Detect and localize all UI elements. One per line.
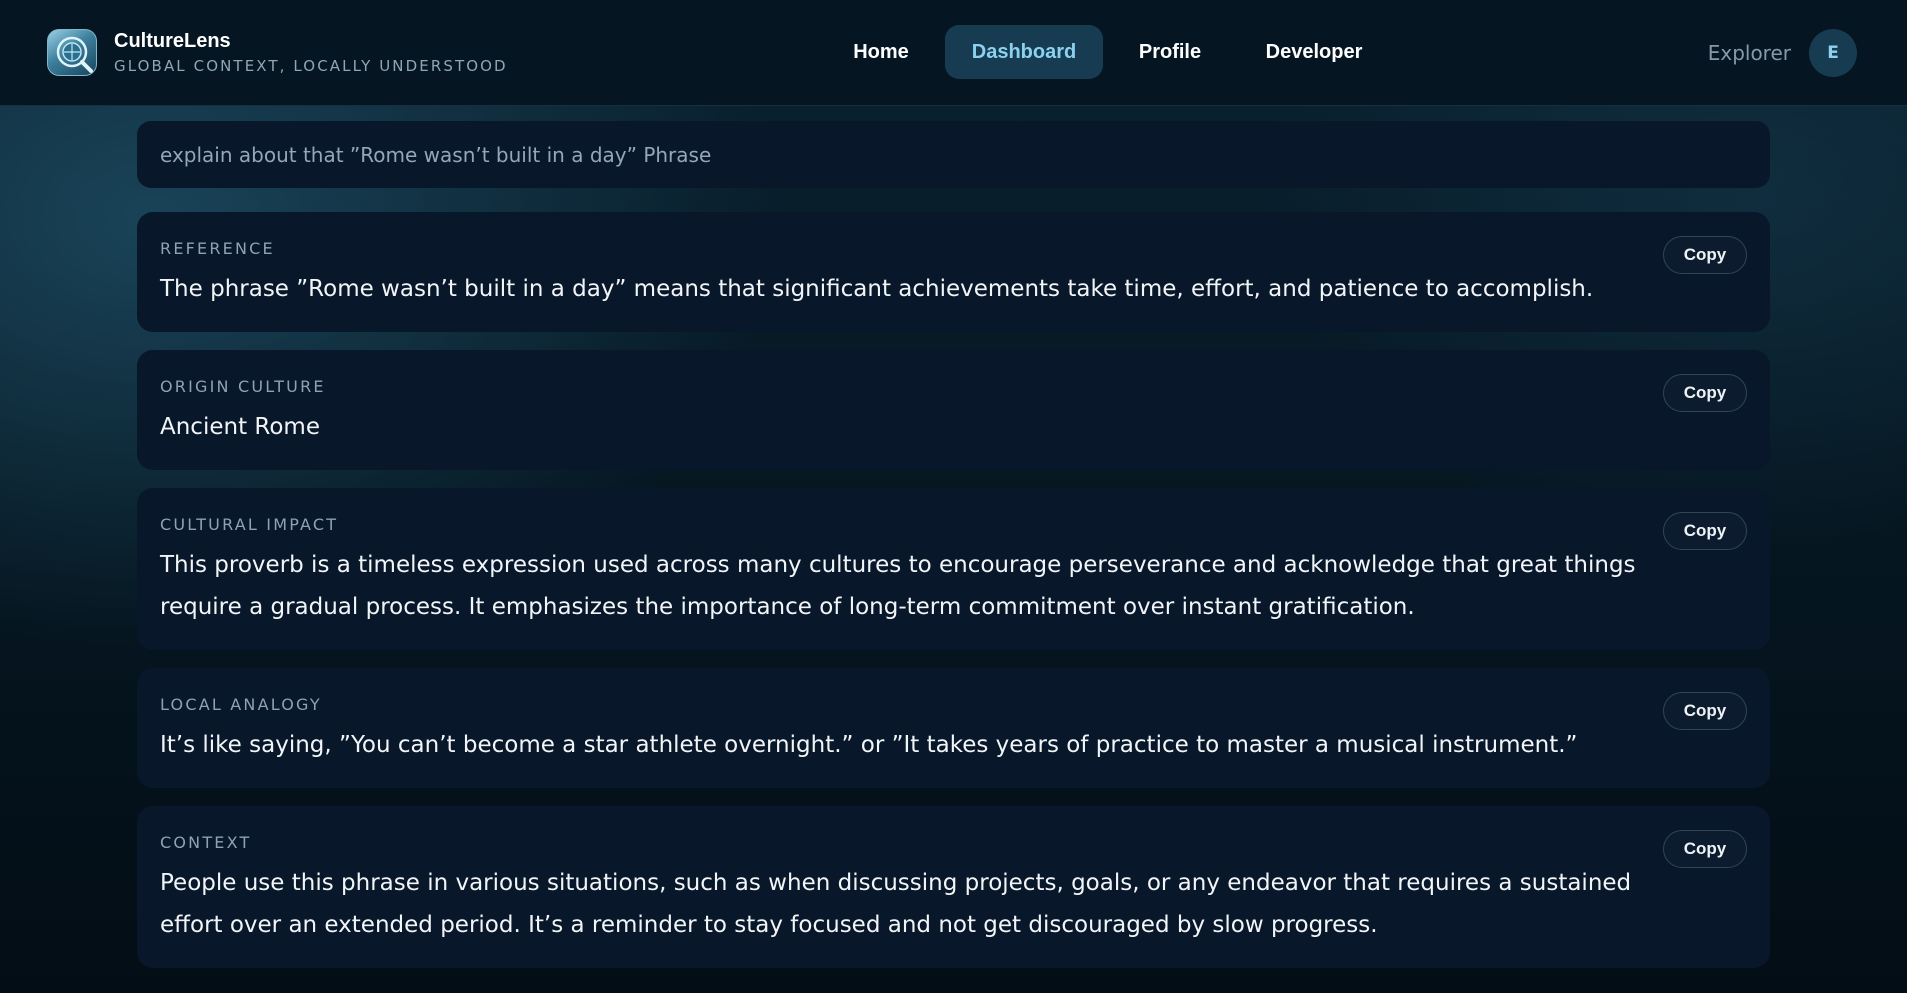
copy-button[interactable]: Copy <box>1663 374 1747 412</box>
nav-developer[interactable]: Developer <box>1245 25 1383 79</box>
card-label: CULTURAL IMPACT <box>160 515 339 534</box>
user-name: Explorer <box>1707 41 1791 65</box>
card-text: People use this phrase in various situat… <box>160 870 1632 938</box>
result-card-reference: REFERENCE The phrase ”Rome wasn’t built … <box>137 212 1770 332</box>
nav-home[interactable]: Home <box>831 25 931 79</box>
card-label: CONTEXT <box>160 833 252 852</box>
result-card-cultural-impact: CULTURAL IMPACT This proverb is a timele… <box>137 488 1770 650</box>
copy-button[interactable]: Copy <box>1663 692 1747 730</box>
main-nav: Home Dashboard Profile Developer <box>0 25 1907 79</box>
result-card-local-analogy: LOCAL ANALOGY It’s like saying, ”You can… <box>137 668 1770 788</box>
card-text: This proverb is a timeless expression us… <box>160 552 1636 620</box>
result-card-origin-culture: ORIGIN CULTURE Ancient Rome Copy <box>137 350 1770 470</box>
avatar[interactable]: E <box>1809 29 1857 77</box>
top-bar: CultureLens GLOBAL CONTEXT, LOCALLY UNDE… <box>0 0 1907 106</box>
user-menu[interactable]: Explorer E <box>1708 29 1857 77</box>
card-text: The phrase ”Rome wasn’t built in a day” … <box>160 276 1594 302</box>
card-text: Ancient Rome <box>160 414 320 440</box>
result-card-context: CONTEXT People use this phrase in variou… <box>137 806 1770 968</box>
query-bubble: explain about that ”Rome wasn’t built in… <box>137 121 1770 188</box>
copy-button[interactable]: Copy <box>1663 512 1747 550</box>
card-label: REFERENCE <box>160 239 275 258</box>
nav-dashboard[interactable]: Dashboard <box>945 25 1103 79</box>
copy-button[interactable]: Copy <box>1663 830 1747 868</box>
card-label: ORIGIN CULTURE <box>160 377 326 396</box>
copy-button[interactable]: Copy <box>1663 236 1747 274</box>
query-text: explain about that ”Rome wasn’t built in… <box>160 142 712 167</box>
nav-profile[interactable]: Profile <box>1117 25 1223 79</box>
card-text: It’s like saying, ”You can’t become a st… <box>160 732 1578 758</box>
card-label: LOCAL ANALOGY <box>160 695 322 714</box>
